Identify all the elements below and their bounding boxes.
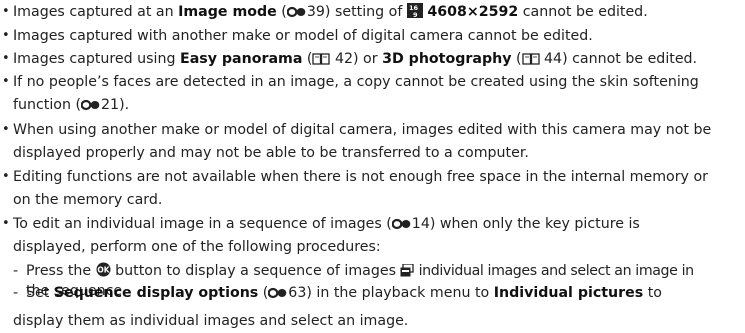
sub-item-dash: - — [13, 263, 19, 279]
ok-button-icon: OK — [96, 262, 111, 282]
bullet-dot: • — [2, 51, 10, 66]
bullet-text-line: on the memory card. — [13, 192, 163, 208]
sequence-icon — [400, 263, 415, 282]
notes-page: • Images captured at an Image mode (39) … — [0, 0, 745, 333]
bullet-dot: • — [2, 216, 10, 231]
reference-link-icon — [80, 98, 101, 116]
sub-item-dash: - — [13, 285, 19, 301]
bullet-text: Images captured using Easy panorama ( 42… — [13, 50, 741, 70]
bullet-text: Images captured with another make or mod… — [13, 28, 593, 44]
bullet-dot: • — [2, 169, 10, 184]
bullet-text-line: When using another make or model of digi… — [13, 122, 712, 138]
bullet-dot: • — [2, 74, 10, 89]
svg-text:9: 9 — [413, 11, 418, 18]
reference-link-icon — [267, 286, 288, 304]
bullet-text-line: If no people’s faces are detected in an … — [13, 74, 699, 90]
image-size-16x9-icon: 16 9 — [406, 3, 423, 23]
bullet-text-line: displayed, perform one of the following … — [13, 239, 381, 255]
bullet-text-line: displayed properly and may not be able t… — [13, 145, 529, 161]
bullet-text: Images captured at an Image mode (39) se… — [13, 3, 741, 23]
book-reference-icon — [521, 52, 540, 70]
book-reference-icon — [312, 52, 331, 70]
bullet-dot: • — [2, 28, 10, 43]
reference-link-icon — [286, 5, 307, 23]
bullet-text-line: To edit an individual image in a sequenc… — [13, 215, 741, 235]
svg-text:OK: OK — [97, 266, 110, 275]
bullet-text-line: function (21). — [13, 96, 741, 116]
bullet-text-line: Editing functions are not available when… — [13, 169, 708, 185]
bullet-dot: • — [2, 122, 10, 137]
reference-link-icon — [391, 217, 412, 235]
bullet-dot: • — [2, 4, 10, 19]
